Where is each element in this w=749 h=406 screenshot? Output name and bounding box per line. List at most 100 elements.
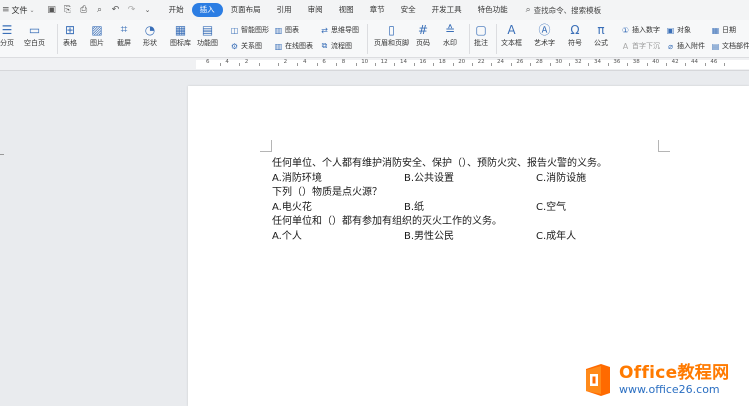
command-search[interactable]: ⌕ 查找命令、搜索模板 (526, 5, 602, 16)
formula-label: 公式 (594, 39, 608, 47)
option-c: C.成年人 (536, 230, 577, 242)
insert-attachment-button[interactable]: ⌀ 插入附件 (666, 40, 705, 52)
header-footer-button[interactable]: ▯ 页眉和页脚 (374, 20, 409, 48)
redo-icon[interactable]: ↷ (127, 5, 137, 15)
ribbon-divider (469, 24, 470, 54)
formula-button[interactable]: π 公式 (594, 20, 608, 48)
ruler-tick (685, 63, 687, 66)
ruler-tick (374, 63, 376, 66)
tab-references[interactable]: 引用 (269, 3, 300, 17)
icon-library-button[interactable]: ▦ 图标库 (170, 20, 191, 48)
ruler-number: 34 (594, 59, 601, 65)
save-icon[interactable]: ▣ (47, 5, 57, 15)
omega-icon: Ω (570, 22, 580, 37)
object-icon: ▣ (666, 25, 675, 35)
page-break-button[interactable]: ☰ 分页 (0, 20, 14, 48)
shapes-icon: ◔ (144, 22, 156, 37)
relation-chart-label: 关系图 (241, 42, 262, 50)
table-button[interactable]: ⊞ 表格 (63, 20, 77, 48)
ruler-number: 22 (477, 59, 485, 65)
function-chart-button[interactable]: ▤ 功能图 (197, 20, 218, 48)
date-button[interactable]: ▦ 日期 (711, 24, 736, 36)
object-button[interactable]: ▣ 对象 (666, 24, 691, 36)
online-chart-button[interactable]: ▥ 在线图表 (274, 40, 313, 52)
ruler-tick (277, 63, 279, 66)
text-box-icon: A (507, 22, 516, 37)
tab-page-layout[interactable]: 页面布局 (223, 3, 269, 17)
option-b: B.男性公民 (404, 230, 455, 242)
ruler-tick (646, 63, 648, 66)
watermark-button[interactable]: ≙ 水印 (443, 20, 457, 48)
relation-chart-button[interactable]: ⚙ 关系图 (230, 40, 262, 52)
chart-button[interactable]: ▥ 图表 (274, 24, 299, 36)
text-box-button[interactable]: A 文本框 (501, 20, 522, 48)
ruler-number: 42 (671, 59, 679, 65)
ribbon-divider (496, 24, 497, 54)
comment-button[interactable]: ▢ 批注 (474, 20, 488, 48)
tab-review[interactable]: 审阅 (300, 3, 331, 17)
mind-map-button[interactable]: ⇄ 思维导图 (320, 24, 359, 36)
ruler-number: 44 (691, 59, 698, 65)
ruler-number: 8 (341, 59, 346, 65)
export-icon[interactable]: ⎘ (63, 5, 73, 15)
screenshot-label: 截屏 (117, 39, 131, 47)
watermark-label: 水印 (443, 39, 457, 47)
symbol-label: 符号 (568, 39, 582, 47)
print-icon[interactable]: ⎙ (79, 5, 89, 15)
site-watermark: Office教程网 www.office26.com (583, 354, 749, 406)
object-label: 对象 (677, 26, 691, 34)
flowchart-button[interactable]: ⧉ 流程图 (320, 40, 352, 52)
left-margin-mark (0, 154, 4, 155)
ruler-tick (491, 63, 493, 66)
ruler-tick (665, 63, 667, 66)
ruler-number: 32 (574, 59, 582, 65)
tab-insert[interactable]: 插入 (191, 3, 223, 17)
option-c: C.消防设施 (536, 172, 587, 184)
ruler-tick (433, 63, 435, 66)
text-box-label: 文本框 (501, 39, 522, 47)
ribbon-tabs: 开始 插入 页面布局 引用 审阅 视图 章节 安全 开发工具 特色功能 (161, 0, 516, 20)
tab-chapter[interactable]: 章节 (362, 3, 393, 17)
ruler-number: 36 (613, 59, 621, 65)
smart-graphic-button[interactable]: ◫ 智能图形 (230, 24, 269, 36)
tab-special-features[interactable]: 特色功能 (470, 3, 516, 17)
ruler-number: 6 (206, 59, 210, 65)
file-menu-label: 文件 (11, 5, 28, 15)
insert-number-button[interactable]: ① 插入数字 (621, 24, 660, 36)
ruler-tick (239, 63, 241, 66)
print-preview-icon[interactable]: ⌕ (95, 5, 105, 15)
picture-button[interactable]: ▨ 图片 (90, 20, 104, 48)
word-art-button[interactable]: Ⓐ 艺术字 (534, 20, 555, 48)
option-c: C.空气 (536, 201, 567, 213)
page-number-button[interactable]: # 页码 (416, 20, 430, 48)
tab-security[interactable]: 安全 (393, 3, 424, 17)
shapes-button[interactable]: ◔ 形状 (143, 20, 157, 48)
tab-developer[interactable]: 开发工具 (424, 3, 470, 17)
ruler-number: 16 (419, 59, 427, 65)
flowchart-icon: ⧉ (321, 41, 328, 50)
customize-icon[interactable]: ⌄ (143, 6, 153, 14)
chevron-down-icon: ⌄ (29, 6, 35, 14)
question-text: 下列（）物质是点火源？ (272, 187, 382, 198)
mind-map-label: 思维导图 (331, 26, 359, 34)
doc-parts-button[interactable]: ▤ 文档部件 (711, 40, 749, 52)
smart-graphic-label: 智能图形 (241, 26, 269, 34)
word-art-icon: Ⓐ (538, 23, 551, 37)
blank-page-button[interactable]: ▭ 空白页 (24, 20, 45, 48)
file-menu[interactable]: ≡ 文件 ⌄ (0, 0, 41, 20)
tab-view[interactable]: 视图 (331, 3, 362, 17)
horizontal-ruler[interactable]: 6 4 2 2 4 6 8 10 12 14 16 18 20 22 24 26 28 30 32 34 36 38 40 4… (0, 58, 749, 71)
drop-cap-icon: A (622, 41, 629, 51)
symbol-button[interactable]: Ω 符号 (568, 20, 582, 48)
ruler-number: 40 (652, 59, 660, 65)
undo-icon[interactable]: ↶ (111, 5, 121, 15)
online-chart-label: 在线图表 (285, 42, 313, 50)
command-search-label: 查找命令、搜索模板 (533, 5, 602, 15)
screenshot-button[interactable]: ⌗ 截屏 (117, 20, 131, 48)
ruler-number: 6 (322, 59, 326, 65)
ruler-tick (258, 63, 260, 66)
ruler-tick (568, 63, 570, 66)
tab-home[interactable]: 开始 (161, 3, 192, 17)
icon-library-label: 图标库 (170, 39, 191, 47)
ruler-tick (530, 63, 532, 66)
